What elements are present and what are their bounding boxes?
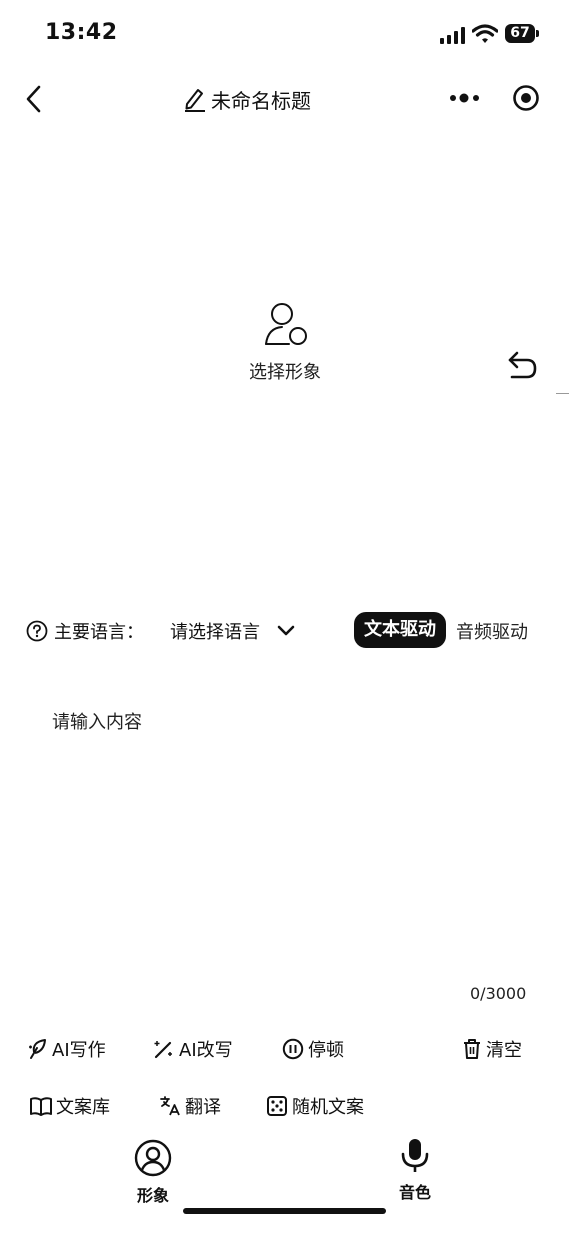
translate-label: 翻译 — [185, 1097, 221, 1118]
nav-voice[interactable]: 音色 — [390, 1138, 440, 1203]
user-circle-icon — [134, 1139, 172, 1177]
char-counter: 0/3000 — [470, 984, 527, 1003]
random-copy-button[interactable]: 随机文案 — [266, 1092, 364, 1120]
translate-icon — [160, 1096, 180, 1116]
title-edit-button[interactable]: 未命名标题 — [183, 84, 311, 114]
book-icon — [30, 1097, 52, 1116]
undo-icon — [508, 351, 537, 379]
microphone-icon — [401, 1139, 429, 1172]
language-label: 主要语言： — [54, 622, 144, 643]
close-miniapp-button[interactable] — [512, 84, 540, 112]
pause-button[interactable]: 停顿 — [282, 1035, 344, 1063]
wifi-icon — [472, 24, 498, 44]
nav-voice-label: 音色 — [398, 1183, 431, 1202]
side-handle[interactable] — [556, 393, 569, 394]
audio-drive-tab[interactable]: 音频驱动 — [456, 618, 528, 644]
more-button[interactable] — [449, 90, 481, 106]
ai-write-button[interactable]: AI写作 — [28, 1035, 106, 1063]
chevron-left-icon — [26, 85, 41, 113]
language-row: 主要语言： 请选择语言 — [26, 616, 296, 646]
language-select[interactable]: 请选择语言 — [170, 618, 260, 644]
copy-library-button[interactable]: 文案库 — [30, 1092, 110, 1120]
clear-label: 清空 — [486, 1040, 522, 1061]
select-avatar-button[interactable] — [263, 302, 309, 346]
pause-circle-icon — [282, 1038, 304, 1060]
feather-pen-icon — [29, 1039, 46, 1059]
nav-avatar[interactable]: 形象 — [128, 1139, 178, 1206]
battery-level: 67 — [505, 24, 535, 43]
random-copy-label: 随机文案 — [292, 1097, 364, 1118]
select-avatar-label[interactable]: 选择形象 — [238, 358, 332, 384]
clear-button[interactable]: 清空 — [462, 1035, 522, 1063]
ai-write-label: AI写作 — [52, 1040, 106, 1061]
status-time: 13:42 — [45, 20, 118, 45]
trash-icon — [464, 1039, 480, 1059]
undo-button[interactable] — [506, 349, 538, 381]
person-avatar-icon — [265, 303, 307, 345]
ai-rewrite-label: AI改写 — [179, 1040, 233, 1061]
pencil-icon — [185, 89, 205, 112]
chevron-down-icon[interactable] — [276, 625, 296, 637]
dice-icon — [267, 1096, 287, 1116]
home-indicator — [183, 1208, 386, 1214]
magic-wand-icon — [154, 1041, 172, 1059]
ai-rewrite-button[interactable]: AI改写 — [153, 1035, 233, 1063]
more-dots-icon — [450, 93, 479, 103]
pause-label: 停顿 — [308, 1040, 344, 1061]
nav-avatar-label: 形象 — [136, 1186, 169, 1205]
copy-library-label: 文案库 — [56, 1097, 110, 1118]
battery-cap — [536, 30, 539, 37]
help-icon[interactable] — [26, 620, 48, 642]
translate-button[interactable]: 翻译 — [159, 1092, 221, 1120]
page-title: 未命名标题 — [211, 88, 311, 113]
target-icon — [513, 85, 539, 111]
content-input[interactable] — [48, 704, 546, 982]
back-button[interactable] — [24, 84, 44, 114]
signal-icon — [440, 26, 466, 44]
text-drive-tab[interactable]: 文本驱动 — [354, 612, 446, 648]
